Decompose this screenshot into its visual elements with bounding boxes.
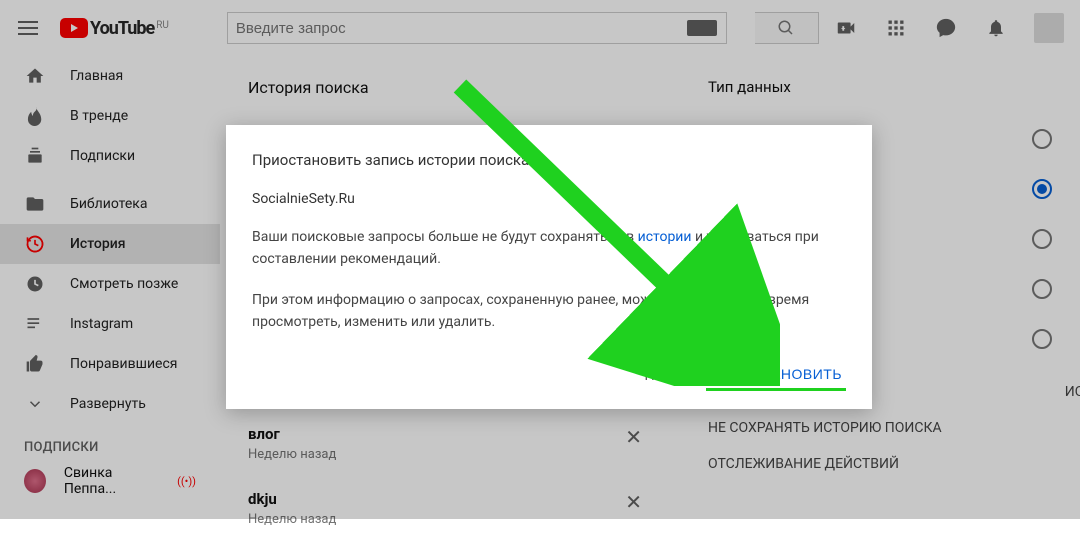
modal-actions: НЕТ ПРИОСТАНОВИТЬ [252, 360, 846, 391]
history-link[interactable]: истории [638, 229, 692, 245]
pause-history-modal: Приостановить запись истории поиска? Soc… [226, 125, 872, 409]
modal-title: Приостановить запись истории поиска? [252, 151, 846, 169]
modal-subtitle: SocialnieSety.Ru [252, 191, 846, 207]
confirm-button[interactable]: ПРИОСТАНОВИТЬ [706, 360, 846, 391]
cancel-button[interactable]: НЕТ [640, 360, 678, 391]
modal-paragraph: Ваши поисковые запросы больше не будут с… [252, 227, 846, 270]
modal-paragraph: При этом информацию о запросах, сохранен… [252, 290, 846, 333]
